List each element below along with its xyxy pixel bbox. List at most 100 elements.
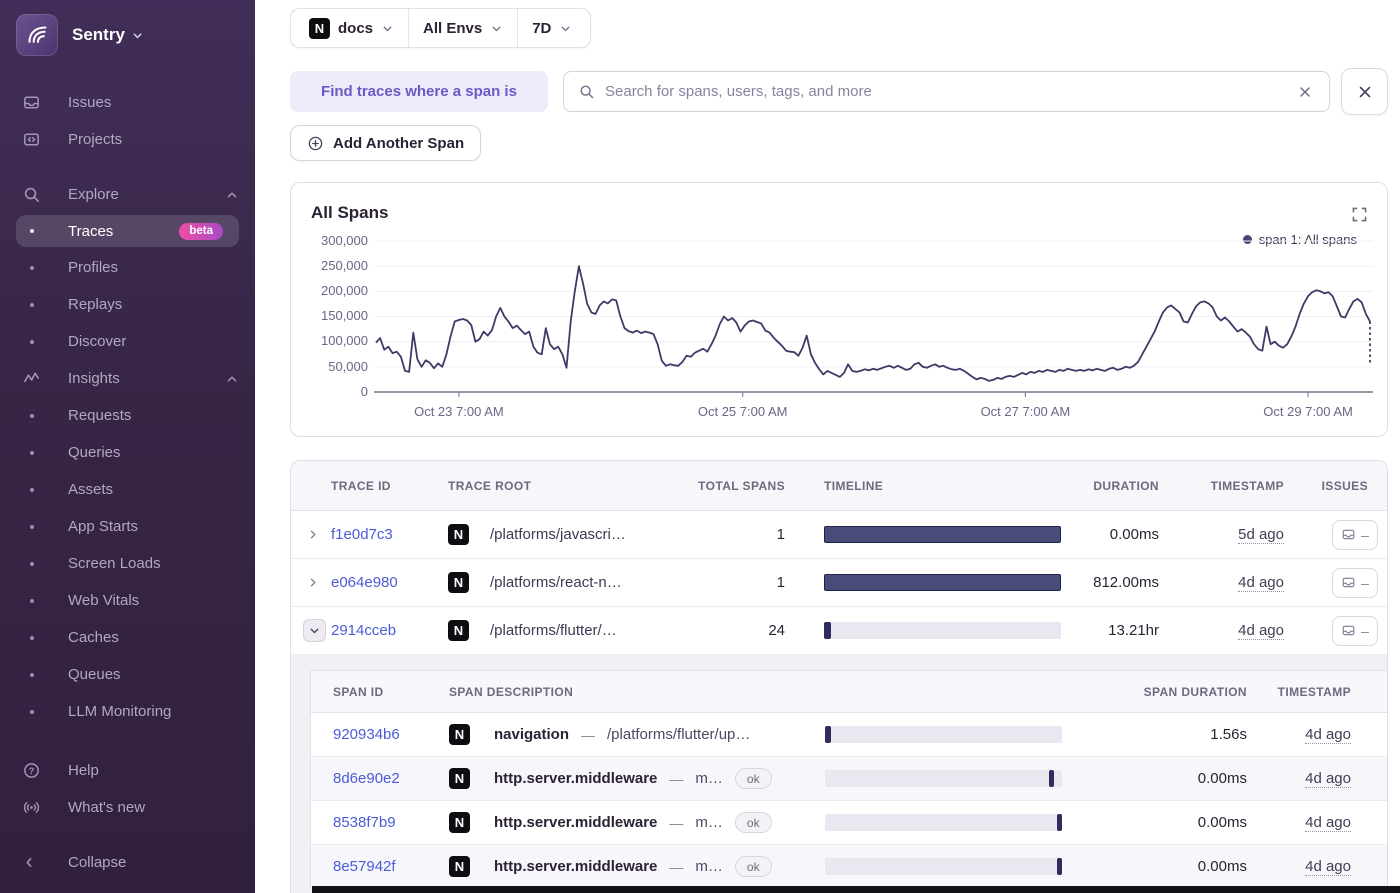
sidebar-collapse-button[interactable]: Collapse (0, 844, 255, 881)
status-badge: ok (734, 856, 772, 877)
issues-icon (1342, 577, 1355, 588)
col-span-id: SPAN ID (333, 684, 384, 699)
insights-icon (22, 369, 48, 388)
all-spans-chart-panel: All Spans span 1: All spans 300,000 250,… (290, 182, 1388, 437)
x-axis-tick: Oct 25 7:00 AM (697, 404, 788, 419)
traces-table: TRACE ID TRACE ROOT TOTAL SPANS TIMELINE… (290, 460, 1388, 893)
spans-line-chart[interactable] (371, 233, 1376, 403)
page-filter-bar: N docs All Envs 7D (290, 8, 592, 48)
nextjs-platform-icon: N (449, 856, 470, 877)
timestamp-link[interactable]: 4d ago (1305, 857, 1351, 876)
broadcast-icon (22, 798, 48, 817)
bullet-icon (30, 413, 34, 418)
sidebar-item-app-starts[interactable]: App Starts (0, 508, 255, 545)
col-span-description: SPAN DESCRIPTION (449, 684, 574, 699)
timeline-bar (825, 770, 1062, 787)
sidebar-item-explore[interactable]: Explore (0, 176, 255, 213)
beta-badge: beta (179, 222, 223, 240)
timestamp-link[interactable]: 4d ago (1305, 769, 1351, 788)
span-duration-value: 1.56s (1210, 726, 1247, 743)
collapse-row-button[interactable] (303, 619, 326, 642)
chevron-left-icon (22, 855, 48, 870)
sidebar-item-discover[interactable]: Discover (0, 323, 255, 360)
bullet-icon (30, 561, 34, 566)
col-timestamp: TIMESTAMP (1210, 478, 1284, 493)
chevron-up-icon[interactable] (225, 188, 239, 202)
sidebar-item-profiles[interactable]: Profiles (0, 249, 255, 286)
y-axis-tick: 300,000 (321, 233, 368, 248)
duration-value: 0.00ms (1109, 526, 1159, 543)
col-duration: DURATION (1093, 478, 1159, 493)
chevron-up-icon[interactable] (225, 372, 239, 386)
sentry-logo (16, 14, 58, 56)
col-trace-id: TRACE ID (331, 478, 391, 493)
bullet-icon (30, 265, 34, 270)
chevron-down-icon (383, 25, 392, 31)
timestamp-link[interactable]: 4d ago (1305, 813, 1351, 832)
duration-value: 812.00ms (1093, 574, 1159, 591)
sidebar-item-replays[interactable]: Replays (0, 286, 255, 323)
span-search-box (563, 71, 1330, 112)
issues-icon (1342, 529, 1355, 540)
chevron-down-icon (561, 25, 570, 31)
sidebar-item-queries[interactable]: Queries (0, 434, 255, 471)
timeline-bar (825, 814, 1062, 831)
sidebar-item-help[interactable]: ? Help (0, 752, 255, 789)
timestamp-link[interactable]: 4d ago (1238, 621, 1284, 640)
fullscreen-icon[interactable] (1352, 207, 1367, 222)
span-id-link[interactable]: 8538f7b9 (333, 814, 396, 831)
date-range-selector[interactable]: 7D (518, 9, 586, 47)
trace-id-link[interactable]: e064e980 (331, 574, 398, 591)
timestamp-link[interactable]: 5d ago (1238, 525, 1284, 544)
sidebar-item-queues[interactable]: Queues (0, 656, 255, 693)
span-description: /platforms/flutter/up… (607, 726, 751, 743)
sidebar-item-screen-loads[interactable]: Screen Loads (0, 545, 255, 582)
sidebar-item-requests[interactable]: Requests (0, 397, 255, 434)
nextjs-platform-icon: N (449, 724, 470, 745)
span-id-link[interactable]: 920934b6 (333, 726, 400, 743)
org-switcher[interactable]: Sentry (0, 0, 255, 70)
chevron-down-icon (310, 628, 319, 634)
sidebar-item-traces[interactable]: Traces beta (16, 215, 239, 247)
span-operation: http.server.middleware (494, 858, 658, 875)
timestamp-link[interactable]: 4d ago (1238, 573, 1284, 592)
nextjs-platform-icon: N (449, 768, 470, 789)
col-span-duration: SPAN DURATION (1143, 684, 1247, 699)
bottom-edge (312, 886, 1400, 893)
find-traces-label: Find traces where a span is (290, 71, 548, 112)
span-id-link[interactable]: 8d6e90e2 (333, 770, 400, 787)
add-another-span-button[interactable]: Add Another Span (290, 125, 482, 161)
org-name: Sentry (72, 25, 125, 44)
span-row: 8e57942f N http.server.middleware — m… o… (311, 845, 1387, 889)
issues-button[interactable]: – (1332, 567, 1378, 598)
chevron-right-icon[interactable] (307, 528, 320, 541)
span-id-link[interactable]: 8e57942f (333, 858, 396, 875)
span-search-input[interactable] (605, 83, 1293, 100)
environment-selector[interactable]: All Envs (409, 9, 517, 47)
sidebar-nav: Issues Projects Explore Traces beta Prof… (0, 84, 255, 730)
nextjs-platform-icon: N (449, 812, 470, 833)
sidebar-item-caches[interactable]: Caches (0, 619, 255, 656)
sidebar-item-assets[interactable]: Assets (0, 471, 255, 508)
sidebar-item-whats-new[interactable]: What's new (0, 789, 255, 826)
sidebar-item-web-vitals[interactable]: Web Vitals (0, 582, 255, 619)
sidebar-item-insights[interactable]: Insights (0, 360, 255, 397)
x-axis-tick: Oct 27 7:00 AM (980, 404, 1071, 419)
circled-plus-icon (308, 136, 323, 150)
project-selector[interactable]: N docs (295, 9, 408, 47)
trace-id-link[interactable]: 2914cceb (331, 622, 396, 639)
sidebar-item-llm-monitoring[interactable]: LLM Monitoring (0, 693, 255, 730)
issues-button[interactable]: – (1332, 519, 1378, 550)
trace-id-link[interactable]: f1e0d7c3 (331, 526, 393, 543)
nextjs-platform-icon: N (448, 572, 469, 593)
sidebar-item-issues[interactable]: Issues (0, 84, 255, 121)
sidebar-item-projects[interactable]: Projects (0, 121, 255, 158)
timeline-bar (824, 574, 1061, 591)
clear-search-icon[interactable] (1293, 80, 1317, 104)
chevron-right-icon[interactable] (307, 576, 320, 589)
timestamp-link[interactable]: 4d ago (1305, 725, 1351, 744)
remove-span-button[interactable] (1341, 68, 1388, 115)
issues-button[interactable]: – (1332, 615, 1378, 646)
main-content: N docs All Envs 7D Find traces where a s… (255, 0, 1400, 893)
bullet-icon (30, 450, 34, 455)
